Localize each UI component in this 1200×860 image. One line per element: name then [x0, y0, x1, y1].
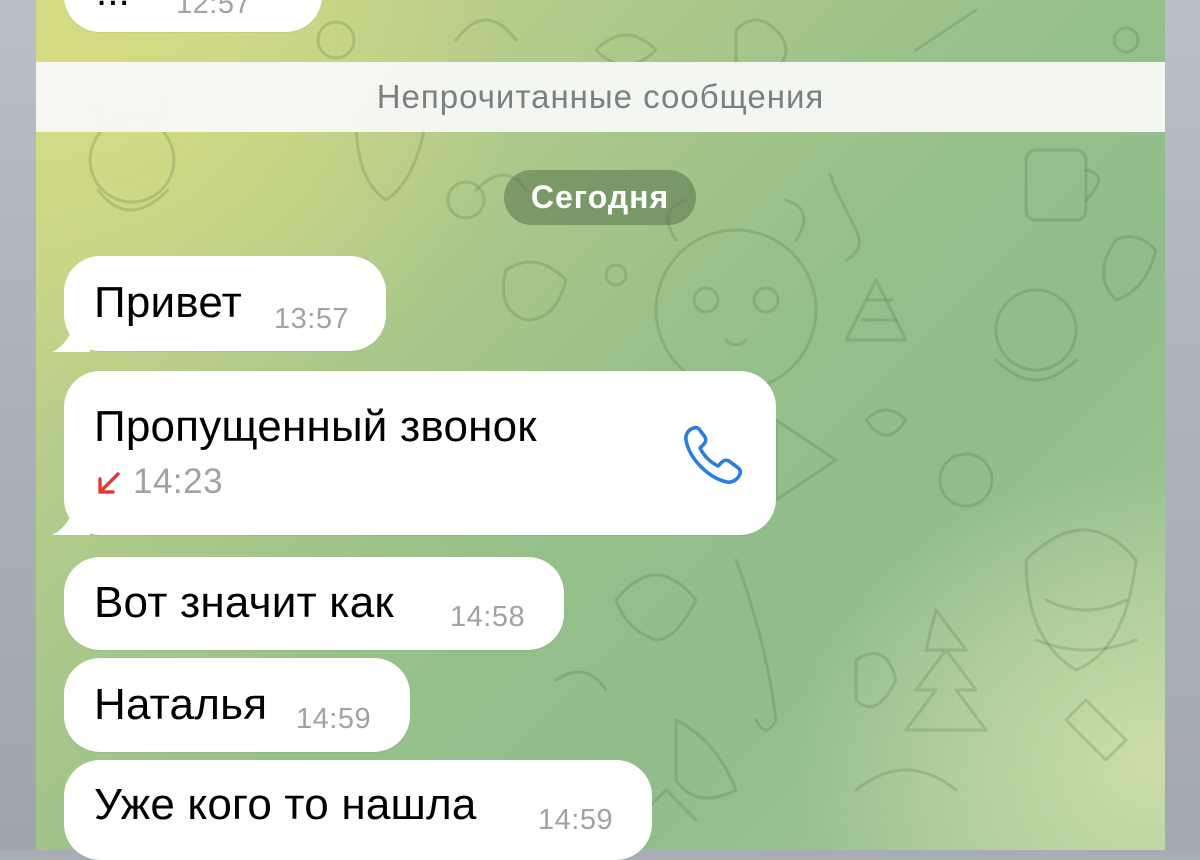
missed-call-time: 14:23: [133, 462, 224, 501]
incoming-missed-arrow-icon: [98, 472, 120, 494]
missed-call-bubble[interactable]: [64, 371, 776, 535]
missed-call-title: Пропущенный звонок: [94, 402, 537, 451]
message-text: Наталья: [94, 680, 268, 729]
message-text: Вот значит как: [94, 578, 394, 627]
message-time: 14:58: [450, 601, 526, 633]
left-screen-edge: [0, 0, 36, 850]
previous-message-text: ...: [96, 0, 130, 15]
message-time: 13:57: [274, 303, 350, 335]
date-separator-today: Сегодня: [504, 170, 696, 225]
bubble-tail: [52, 318, 90, 352]
message-text: Уже кого то нашла: [94, 780, 477, 829]
phone-icon[interactable]: [680, 420, 748, 488]
message-time: 14:59: [296, 703, 372, 735]
unread-messages-divider: Непрочитанные сообщения: [36, 62, 1165, 132]
message-time: 14:59: [538, 804, 614, 836]
message-text: Привет: [94, 278, 242, 327]
bubble-tail: [52, 501, 90, 535]
right-screen-edge: [1164, 0, 1200, 850]
previous-message-time: 12:57: [176, 0, 252, 20]
